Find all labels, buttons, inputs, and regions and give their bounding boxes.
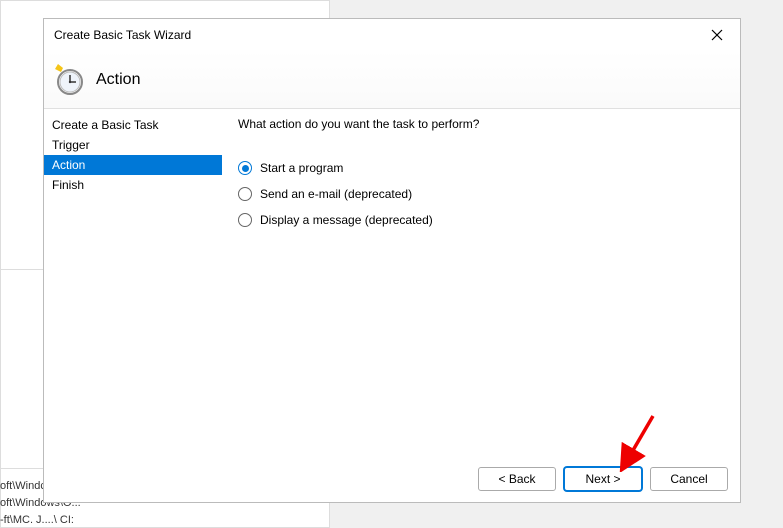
cancel-button[interactable]: Cancel	[650, 467, 728, 491]
dialog-titlebar: Create Basic Task Wizard	[44, 19, 740, 51]
wizard-dialog: Create Basic Task Wizard Action Create a…	[43, 18, 741, 503]
background-path-text: -ft\MC. J....\ CI:	[0, 514, 74, 526]
dialog-footer: < Back Next > Cancel	[44, 456, 740, 502]
radio-label: Display a message (deprecated)	[260, 213, 433, 227]
wizard-steps-sidebar: Create a Basic Task Trigger Action Finis…	[44, 109, 222, 456]
radio-option-display-message[interactable]: Display a message (deprecated)	[238, 213, 724, 227]
sidebar-item-trigger[interactable]: Trigger	[44, 135, 222, 155]
radio-icon	[238, 213, 252, 227]
action-prompt: What action do you want the task to perf…	[238, 117, 724, 131]
dialog-title: Create Basic Task Wizard	[54, 28, 191, 42]
radio-option-send-email[interactable]: Send an e-mail (deprecated)	[238, 187, 724, 201]
background-path-text: oft\Windc	[0, 480, 46, 492]
radio-label: Start a program	[260, 161, 343, 175]
radio-option-start-program[interactable]: Start a program	[238, 161, 724, 175]
dialog-header-title: Action	[96, 71, 140, 89]
dialog-body: Create a Basic Task Trigger Action Finis…	[44, 109, 740, 456]
radio-icon	[238, 187, 252, 201]
radio-icon	[238, 161, 252, 175]
back-button[interactable]: < Back	[478, 467, 556, 491]
sidebar-item-finish[interactable]: Finish	[44, 175, 222, 195]
next-button[interactable]: Next >	[564, 467, 642, 491]
close-button[interactable]	[704, 22, 730, 48]
sidebar-item-action[interactable]: Action	[44, 155, 222, 175]
radio-label: Send an e-mail (deprecated)	[260, 187, 412, 201]
wizard-content: What action do you want the task to perf…	[222, 109, 740, 456]
sidebar-item-create-basic-task[interactable]: Create a Basic Task	[44, 115, 222, 135]
close-icon	[711, 29, 723, 41]
clock-task-icon	[52, 64, 84, 96]
action-radio-group: Start a program Send an e-mail (deprecat…	[238, 161, 724, 227]
dialog-header: Action	[44, 51, 740, 109]
